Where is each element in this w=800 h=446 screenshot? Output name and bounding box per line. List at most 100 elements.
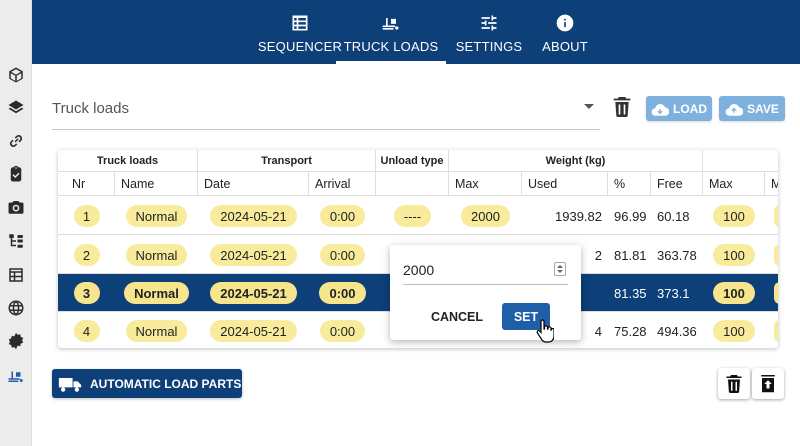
row-number: 4	[73, 320, 100, 342]
load-button[interactable]: LOAD	[646, 96, 712, 121]
group-header-row: Truck loads Transport Unload type Weight…	[58, 150, 778, 172]
row-free: 60.18	[657, 208, 690, 224]
row-name[interactable]: Normal	[125, 320, 188, 342]
truck-icon	[58, 377, 82, 392]
tab-label: SETTINGS	[455, 39, 523, 54]
row-max2[interactable]: 100	[713, 282, 755, 304]
truck-loads-select[interactable]: Truck loads	[52, 92, 600, 130]
load-label: LOAD	[673, 101, 707, 116]
tab-label: TRUCK LOADS	[343, 39, 439, 54]
upload-icon	[761, 374, 775, 392]
trash-icon	[613, 97, 631, 118]
cloud-download-icon	[651, 103, 669, 116]
row-max2[interactable]: 100	[713, 244, 755, 266]
list-icon	[289, 12, 311, 34]
row-free: 494.36	[657, 323, 697, 339]
group-header: Truck loads	[58, 150, 198, 172]
tab-settings[interactable]: SETTINGS	[454, 0, 524, 64]
col-header[interactable]	[376, 172, 449, 196]
col-header[interactable]: Max	[449, 172, 522, 196]
camera-icon[interactable]	[5, 196, 27, 218]
col-header[interactable]: Date	[198, 172, 309, 196]
cloud-upload-icon	[725, 103, 744, 116]
col-header[interactable]: Arrival	[309, 172, 376, 196]
automatic-load-parts-button[interactable]: AUTOMATIC LOAD PARTS	[52, 369, 242, 398]
col-header[interactable]: Name	[115, 172, 198, 196]
row-percent: 81.81	[614, 247, 647, 263]
row-arrival[interactable]: 0:00	[319, 282, 366, 304]
tab-about[interactable]: ABOUT	[542, 0, 588, 64]
row-unload-type[interactable]: ----	[393, 205, 432, 227]
cube-icon[interactable]	[5, 64, 27, 86]
row-free: 363.78	[657, 247, 697, 263]
tab-label: ABOUT	[542, 39, 588, 54]
truck-loading-icon[interactable]	[5, 365, 27, 387]
row-overflow-chip[interactable]	[774, 205, 778, 227]
trash-icon	[726, 374, 742, 393]
row-date[interactable]: 2024-05-21	[210, 282, 297, 304]
delete-row-button[interactable]	[718, 368, 750, 399]
col-header[interactable]: Free	[651, 172, 703, 196]
save-label: SAVE	[747, 101, 779, 116]
col-header[interactable]: Nr	[58, 172, 115, 196]
row-date[interactable]: 2024-05-21	[210, 320, 297, 342]
chevron-down-icon	[584, 104, 594, 109]
row-name[interactable]: Normal	[125, 244, 188, 266]
row-number: 2	[73, 244, 100, 266]
table-row[interactable]: 1 Normal 2024-05-21 0:00 ---- 2000 1939.…	[58, 197, 778, 235]
row-date[interactable]: 2024-05-21	[210, 205, 297, 227]
group-header: Weight (kg)	[449, 150, 703, 172]
select-value: Truck loads	[52, 100, 129, 117]
globe-icon[interactable]	[5, 297, 27, 319]
row-overflow-chip[interactable]	[774, 244, 778, 266]
row-name[interactable]: Normal	[124, 282, 189, 304]
col-header[interactable]: %	[608, 172, 651, 196]
sliders-icon	[478, 12, 500, 34]
row-max2[interactable]: 100	[713, 205, 755, 227]
group-header: Unload type	[376, 150, 449, 172]
row-arrival[interactable]: 0:00	[319, 320, 366, 342]
cancel-button[interactable]: CANCEL	[426, 305, 488, 329]
row-max2[interactable]: 100	[713, 320, 755, 342]
truck-loading-icon	[380, 12, 402, 34]
hierarchy-icon[interactable]	[5, 230, 27, 252]
delete-button[interactable]	[612, 96, 634, 120]
table-icon[interactable]	[5, 264, 27, 286]
info-icon	[554, 12, 576, 34]
row-percent: 81.35	[614, 285, 647, 301]
row-percent: 96.99	[614, 208, 647, 224]
number-spinner[interactable]	[554, 262, 566, 276]
tab-label: SEQUENCER	[257, 39, 343, 54]
row-number: 3	[73, 282, 100, 304]
max-weight-input[interactable]: 2000	[403, 257, 568, 285]
row-free: 373.1	[657, 285, 690, 301]
upload-button[interactable]	[752, 368, 784, 399]
row-max[interactable]: 2000	[461, 205, 510, 227]
row-arrival[interactable]: 0:00	[319, 244, 366, 266]
row-name[interactable]: Normal	[125, 205, 188, 227]
automatic-load-parts-label: AUTOMATIC LOAD PARTS	[90, 376, 242, 391]
link-icon[interactable]	[5, 130, 27, 152]
hand-cursor-icon	[536, 319, 554, 343]
tab-truck-loads[interactable]: TRUCK LOADS	[336, 0, 446, 64]
tab-sequencer[interactable]: SEQUENCER	[250, 0, 350, 64]
clipboard-check-icon[interactable]	[5, 163, 27, 185]
row-overflow-chip[interactable]	[774, 320, 778, 342]
gear-badge-icon[interactable]	[5, 330, 27, 352]
save-button[interactable]: SAVE	[719, 96, 785, 121]
row-used: 1939.82	[555, 208, 602, 224]
column-header-row: Nr Name Date Arrival Max Used % Free Max…	[58, 172, 778, 196]
row-percent: 75.28	[614, 323, 647, 339]
group-header: Transport	[198, 150, 376, 172]
row-date[interactable]: 2024-05-21	[210, 244, 297, 266]
group-header	[703, 150, 778, 172]
top-navigation: SEQUENCER TRUCK LOADS SETTINGS ABOUT	[32, 0, 800, 64]
layers-icon[interactable]	[5, 97, 27, 119]
col-header[interactable]: Used	[522, 172, 608, 196]
row-arrival[interactable]: 0:00	[319, 205, 366, 227]
left-sidebar	[0, 0, 32, 446]
row-overflow-chip[interactable]	[774, 282, 778, 304]
row-number: 1	[73, 205, 100, 227]
col-header[interactable]: M	[765, 172, 778, 196]
col-header[interactable]: Max	[703, 172, 765, 196]
